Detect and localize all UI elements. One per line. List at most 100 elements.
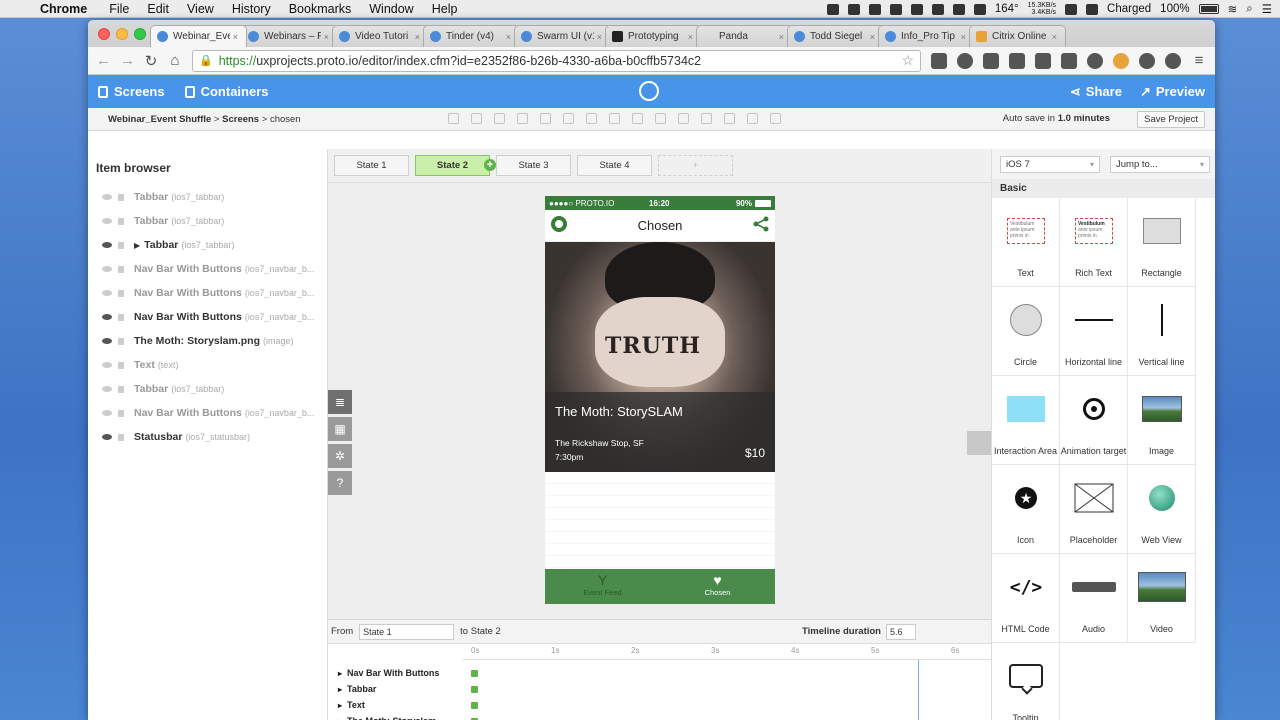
- lock-icon[interactable]: [118, 217, 124, 225]
- keyframe-marker[interactable]: [471, 670, 478, 677]
- arrange-icon[interactable]: [724, 113, 735, 124]
- canvas[interactable]: State 1 State 2 + State 3 State 4 + ≣ ▦ ✲…: [328, 149, 991, 619]
- visibility-icon[interactable]: [102, 362, 112, 368]
- close-tab-icon[interactable]: ×: [1052, 32, 1057, 42]
- component-text[interactable]: Vestibulum ante ipsum primis in Text: [992, 198, 1060, 287]
- status-icon[interactable]: [889, 3, 902, 15]
- layer-item[interactable]: Nav Bar With Buttons (ios7_navbar_b...: [88, 305, 327, 329]
- undo-icon[interactable]: [448, 113, 459, 124]
- wifi-icon[interactable]: ≋: [1228, 2, 1238, 16]
- layers-icon[interactable]: ≣: [328, 390, 352, 414]
- close-window-button[interactable]: [98, 28, 110, 40]
- keyboard-icon[interactable]: [1035, 52, 1051, 69]
- close-tab-icon[interactable]: ×: [506, 32, 511, 42]
- extension-icon[interactable]: [1165, 52, 1181, 69]
- status-icon[interactable]: [1086, 3, 1099, 15]
- address-bar[interactable]: 🔒 https://uxprojects.proto.io/editor/ind…: [192, 49, 921, 72]
- notification-center-icon[interactable]: ☰: [1262, 2, 1272, 16]
- browser-tab[interactable]: Video Tutori ×: [332, 25, 429, 47]
- zoom-icon[interactable]: [770, 113, 781, 124]
- component-interaction-area[interactable]: Interaction Area: [992, 376, 1060, 465]
- visibility-icon[interactable]: [102, 242, 112, 248]
- share-button[interactable]: ⋖ Share: [1070, 84, 1122, 100]
- tab-chosen[interactable]: ♥ Chosen: [660, 569, 775, 604]
- back-icon[interactable]: ←: [96, 52, 111, 69]
- blocker-icon[interactable]: [1087, 52, 1103, 69]
- from-state-select[interactable]: State 1: [359, 623, 455, 640]
- timeline-ruler[interactable]: 0s 1s 2s 3s 4s 5s 6s: [463, 644, 991, 660]
- extension-icon[interactable]: [1139, 52, 1155, 69]
- lock-icon[interactable]: [118, 193, 124, 201]
- status-icon[interactable]: [952, 3, 965, 15]
- home-icon[interactable]: ⌂: [168, 52, 182, 69]
- timeline-row[interactable]: Nav Bar With Buttons: [338, 668, 439, 678]
- align-icon[interactable]: [586, 113, 597, 124]
- browser-tab[interactable]: Panda ×: [696, 25, 793, 47]
- breadcrumb-project[interactable]: Webinar_Event Shuffle: [108, 114, 211, 125]
- layer-item[interactable]: The Moth: Storyslam.png (image): [88, 329, 327, 353]
- search-icon[interactable]: ⌕: [1246, 3, 1252, 16]
- menu-bookmarks[interactable]: Bookmarks: [289, 2, 352, 16]
- phone-navbar[interactable]: Chosen: [545, 210, 775, 242]
- component-vertical-line[interactable]: Vertical line: [1128, 287, 1196, 376]
- layer-item[interactable]: Tabbar (ios7_tabbar): [88, 377, 327, 401]
- puzzle-icon[interactable]: [967, 431, 991, 455]
- browser-tab[interactable]: Todd Siegel ×: [787, 25, 884, 47]
- user-avatar-icon[interactable]: [1113, 52, 1129, 69]
- arrange-icon[interactable]: [701, 113, 712, 124]
- visibility-icon[interactable]: [102, 290, 112, 296]
- visibility-icon[interactable]: [102, 194, 112, 200]
- device-select[interactable]: iOS 7: [1000, 155, 1100, 173]
- visibility-icon[interactable]: [102, 266, 112, 272]
- arrange-icon[interactable]: [678, 113, 689, 124]
- save-project-button[interactable]: Save Project: [1137, 111, 1205, 128]
- jump-to-select[interactable]: Jump to...: [1110, 155, 1210, 173]
- browser-tab[interactable]: Tinder (v4) ×: [423, 25, 520, 47]
- layer-item[interactable]: Tabbar (ios7_tabbar): [88, 185, 327, 209]
- minimize-window-button[interactable]: [116, 28, 128, 40]
- lock-icon[interactable]: [118, 385, 124, 393]
- component-animation-target[interactable]: Animation target: [1060, 376, 1128, 465]
- keyframe-marker[interactable]: [471, 686, 478, 693]
- align-icon[interactable]: [632, 113, 643, 124]
- visibility-icon[interactable]: [102, 386, 112, 392]
- phone-tabbar[interactable]: Y Event Feed ♥ Chosen: [545, 569, 775, 604]
- close-tab-icon[interactable]: ×: [415, 32, 420, 42]
- component-star[interactable]: ★ Icon: [992, 465, 1060, 554]
- status-icon[interactable]: [931, 3, 944, 15]
- state-tab[interactable]: State 4: [577, 155, 652, 176]
- component-video[interactable]: Video: [1128, 554, 1196, 643]
- component-circle[interactable]: Circle: [992, 287, 1060, 376]
- component-image[interactable]: Image: [1128, 376, 1196, 465]
- browser-tab[interactable]: Webinars – P ×: [241, 25, 338, 47]
- menu-app-name[interactable]: Chrome: [40, 2, 87, 16]
- gear-icon[interactable]: [551, 216, 567, 232]
- menu-file[interactable]: File: [109, 2, 129, 16]
- close-tab-icon[interactable]: ×: [597, 32, 602, 42]
- lock-icon[interactable]: [118, 313, 124, 321]
- close-tab-icon[interactable]: ×: [233, 32, 238, 42]
- arrange-icon[interactable]: [747, 113, 758, 124]
- share-icon[interactable]: [753, 216, 769, 232]
- phone-screen[interactable]: ●●●●○ PROTO.IO 16:20 90% Chosen TRUTH Th…: [545, 196, 775, 604]
- layer-item[interactable]: ▶ Tabbar (ios7_tabbar): [88, 233, 327, 257]
- chrome-menu-icon[interactable]: ≡: [1191, 52, 1207, 69]
- close-tab-icon[interactable]: ×: [779, 32, 784, 42]
- layer-item[interactable]: Text (text): [88, 353, 327, 377]
- extension-icon[interactable]: [957, 52, 973, 69]
- help-icon[interactable]: ?: [328, 471, 352, 495]
- add-state-icon[interactable]: +: [484, 159, 496, 171]
- component-code[interactable]: </> HTML Code: [992, 554, 1060, 643]
- menu-view[interactable]: View: [187, 2, 214, 16]
- screen-capture-icon[interactable]: [1061, 52, 1077, 69]
- duration-input[interactable]: 5.6: [886, 624, 916, 640]
- new-state-button[interactable]: +: [658, 155, 733, 176]
- close-tab-icon[interactable]: ×: [688, 32, 693, 42]
- lock-icon[interactable]: [118, 265, 124, 273]
- align-icon[interactable]: [655, 113, 666, 124]
- eyedropper-icon[interactable]: [983, 52, 999, 69]
- close-tab-icon[interactable]: ×: [870, 32, 875, 42]
- component-placeholder[interactable]: Placeholder: [1060, 465, 1128, 554]
- browser-tab[interactable]: Prototyping ×: [605, 25, 702, 47]
- keyframe-marker[interactable]: [471, 702, 478, 709]
